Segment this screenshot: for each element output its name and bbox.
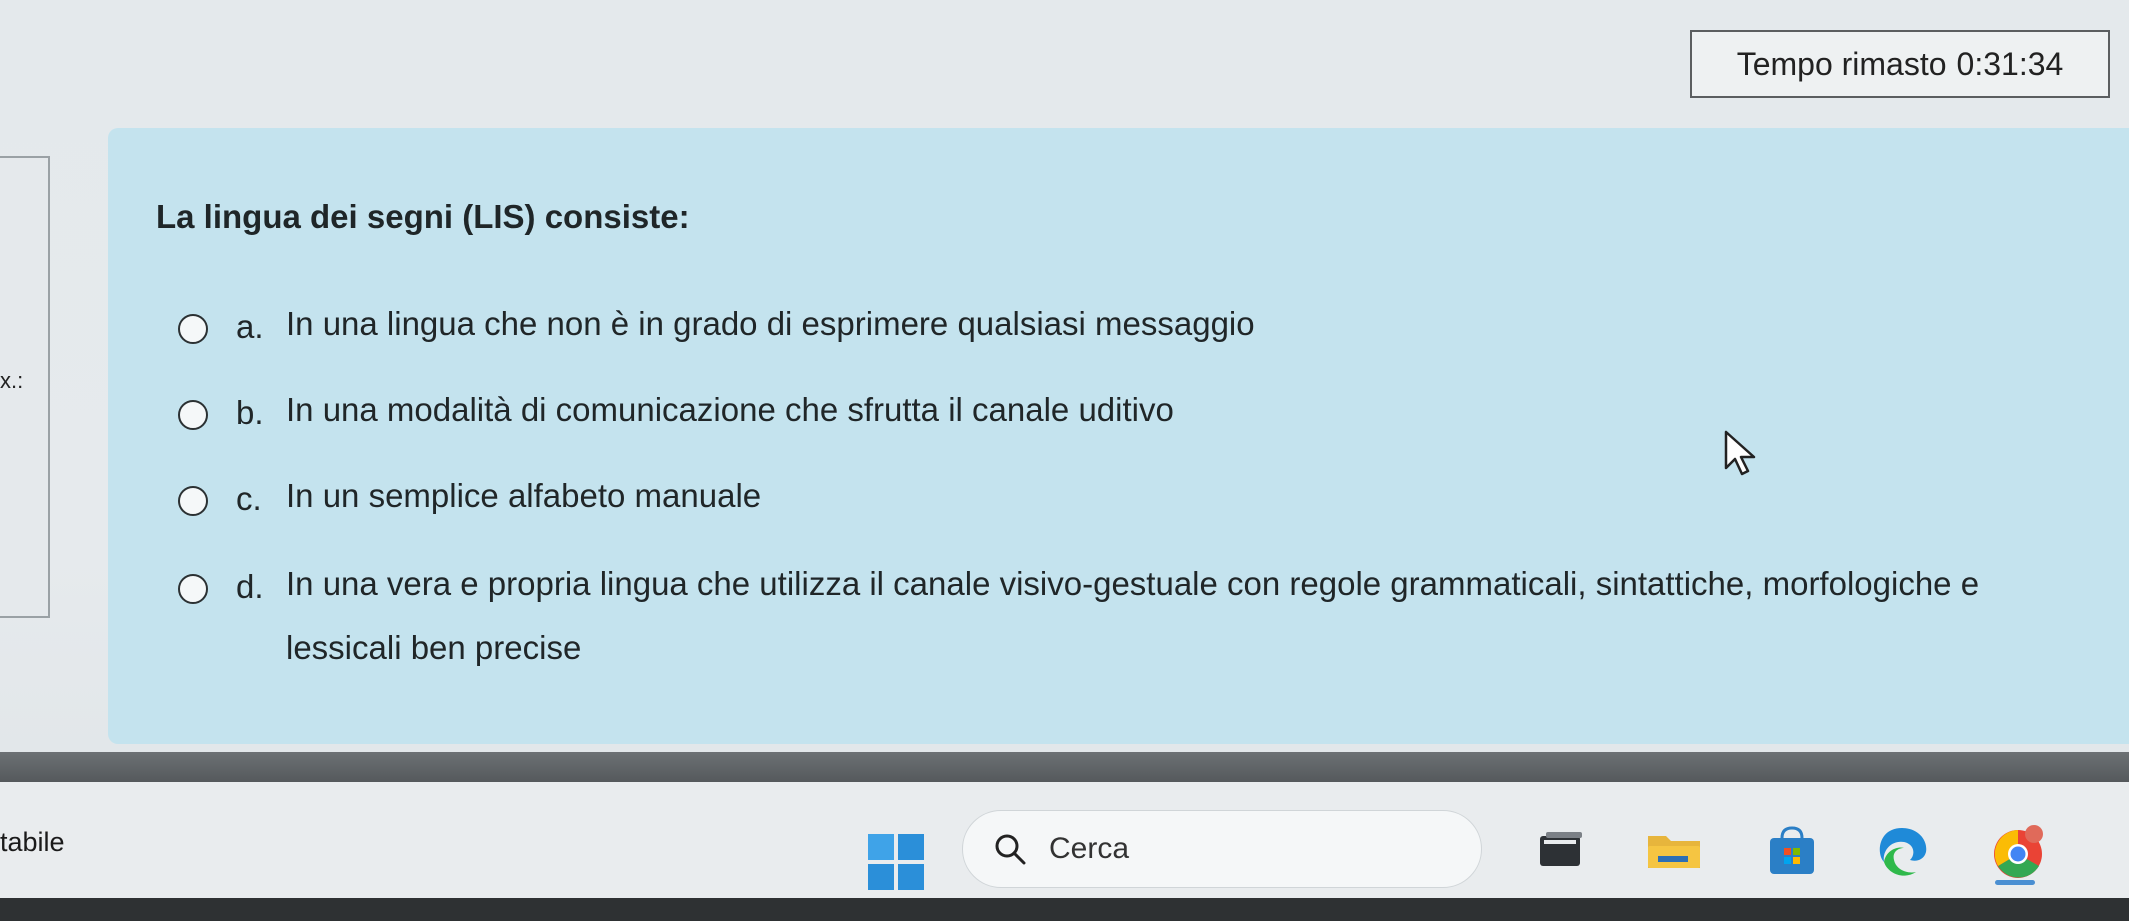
edge-browser-icon[interactable] — [1872, 822, 1932, 882]
mouse-pointer-icon — [1724, 430, 1756, 476]
windows-start-icon[interactable] — [868, 834, 924, 890]
answer-letter: d. — [236, 568, 264, 605]
answer-text[interactable]: In un semplice alfabeto manuale — [286, 464, 761, 528]
taskbar-app-label[interactable]: tabile — [0, 827, 65, 858]
answer-option-c[interactable]: c. In un semplice alfabeto manuale — [178, 477, 761, 528]
taskbar-search-box[interactable]: Cerca — [962, 810, 1482, 888]
answer-text[interactable]: In una vera e propria lingua che utilizz… — [286, 552, 2078, 680]
chrome-browser-icon[interactable] — [1988, 822, 2048, 882]
answer-letter: a. — [236, 308, 264, 345]
answer-option-b[interactable]: b. In una modalità di comunicazione che … — [178, 391, 1174, 442]
radio-button-a[interactable] — [178, 314, 208, 344]
answer-letter: b. — [236, 394, 264, 431]
question-panel: La lingua dei segni (LIS) consiste: a. I… — [108, 128, 2129, 744]
search-label: Cerca — [1049, 832, 1130, 865]
answer-option-d[interactable]: d. In una vera e propria lingua che util… — [178, 565, 2078, 680]
active-app-indicator — [1995, 880, 2035, 885]
question-text: La lingua dei segni (LIS) consiste: — [156, 198, 690, 235]
quiz-navigation-panel[interactable]: x.: — [0, 156, 50, 618]
timer-value: 0:31:34 — [1956, 45, 2064, 82]
window-bottom-edge — [0, 752, 2129, 782]
answer-text[interactable]: In una modalità di comunicazione che sfr… — [286, 378, 1174, 442]
time-remaining-box: Tempo rimasto 0:31:34 — [1690, 30, 2110, 98]
task-view-icon[interactable] — [1532, 822, 1592, 882]
radio-button-c[interactable] — [178, 486, 208, 516]
radio-button-b[interactable] — [178, 400, 208, 430]
nav-fragment-text: x.: — [0, 368, 24, 393]
file-explorer-icon[interactable] — [1644, 822, 1704, 882]
answer-option-a[interactable]: a. In una lingua che non è in grado di e… — [178, 305, 1255, 356]
microsoft-store-icon[interactable] — [1762, 822, 1822, 882]
answer-text[interactable]: In una lingua che non è in grado di espr… — [286, 292, 1255, 356]
search-icon — [995, 834, 1026, 865]
timer-label: Tempo rimasto — [1736, 45, 1947, 82]
radio-button-d[interactable] — [178, 574, 208, 604]
answer-letter: c. — [236, 480, 262, 517]
screen-bezel — [0, 898, 2129, 921]
